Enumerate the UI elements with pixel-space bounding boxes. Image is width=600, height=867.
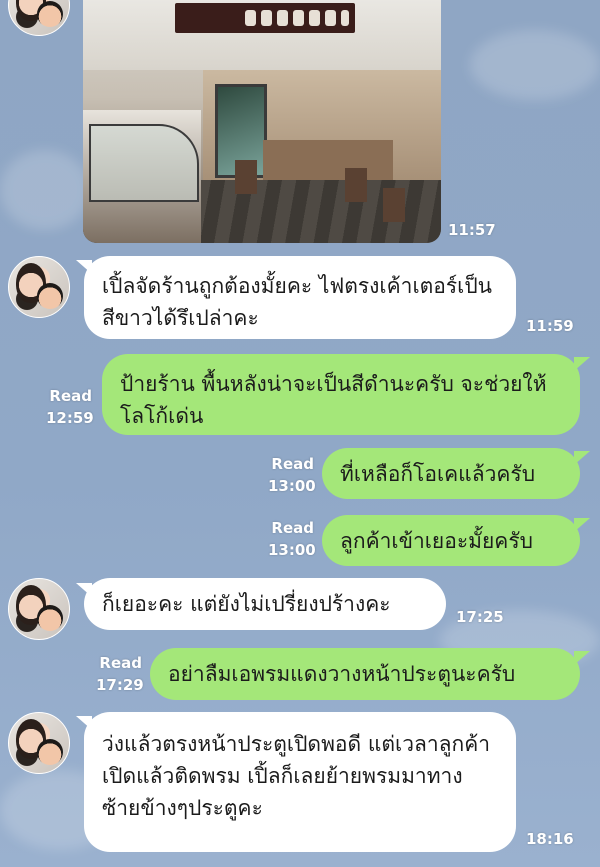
contact-avatar[interactable]	[8, 712, 70, 774]
message-time: 18:16	[526, 830, 574, 848]
outgoing-message-bubble[interactable]: อย่าลืมเอพรมแดงวางหน้าประตูนะครับ	[150, 648, 580, 700]
outgoing-message-bubble[interactable]: ป้ายร้าน พื้นหลังน่าจะเป็นสีดำนะครับ จะช…	[102, 354, 580, 435]
read-label: Read	[271, 519, 314, 537]
contact-avatar[interactable]	[8, 0, 70, 36]
read-label: Read	[49, 387, 92, 405]
background-cloud	[0, 150, 90, 230]
message-time: 17:29	[96, 676, 144, 694]
outgoing-message-bubble[interactable]: ที่เหลือก็โอเคแล้วครับ	[322, 448, 580, 499]
read-label: Read	[271, 455, 314, 473]
background-cloud	[470, 30, 600, 100]
read-receipt: Read 13:00	[268, 517, 316, 561]
message-time: 13:00	[268, 477, 316, 495]
contact-avatar[interactable]	[8, 578, 70, 640]
message-time: 11:59	[526, 317, 574, 335]
incoming-message-bubble[interactable]: ว่งแล้วตรงหน้าประตูเปิดพอดี แต่เวลาลูกค้…	[84, 712, 516, 852]
shop-sign-image	[175, 3, 355, 33]
read-receipt: Read 13:00	[268, 453, 316, 497]
display-case-image	[89, 124, 199, 202]
shop-photo[interactable]	[83, 0, 441, 243]
read-label: Read	[99, 654, 142, 672]
incoming-message-bubble[interactable]: ก็เยอะคะ แต่ยังไม่เปรี่ยงปร้างคะ	[84, 578, 446, 630]
contact-avatar[interactable]	[8, 256, 70, 318]
message-time: 11:57	[448, 221, 496, 239]
message-time: 17:25	[456, 608, 504, 626]
incoming-message-bubble[interactable]: เปิ้ลจัดร้านถูกต้องมั้ยคะ ไฟตรงเค้าเตอร์…	[84, 256, 516, 339]
message-time: 13:00	[268, 541, 316, 559]
message-time: 12:59	[46, 409, 94, 427]
read-receipt: Read 17:29	[96, 652, 144, 696]
outgoing-message-bubble[interactable]: ลูกค้าเข้าเยอะมั้ยครับ	[322, 515, 580, 566]
read-receipt: Read 12:59	[46, 385, 94, 429]
